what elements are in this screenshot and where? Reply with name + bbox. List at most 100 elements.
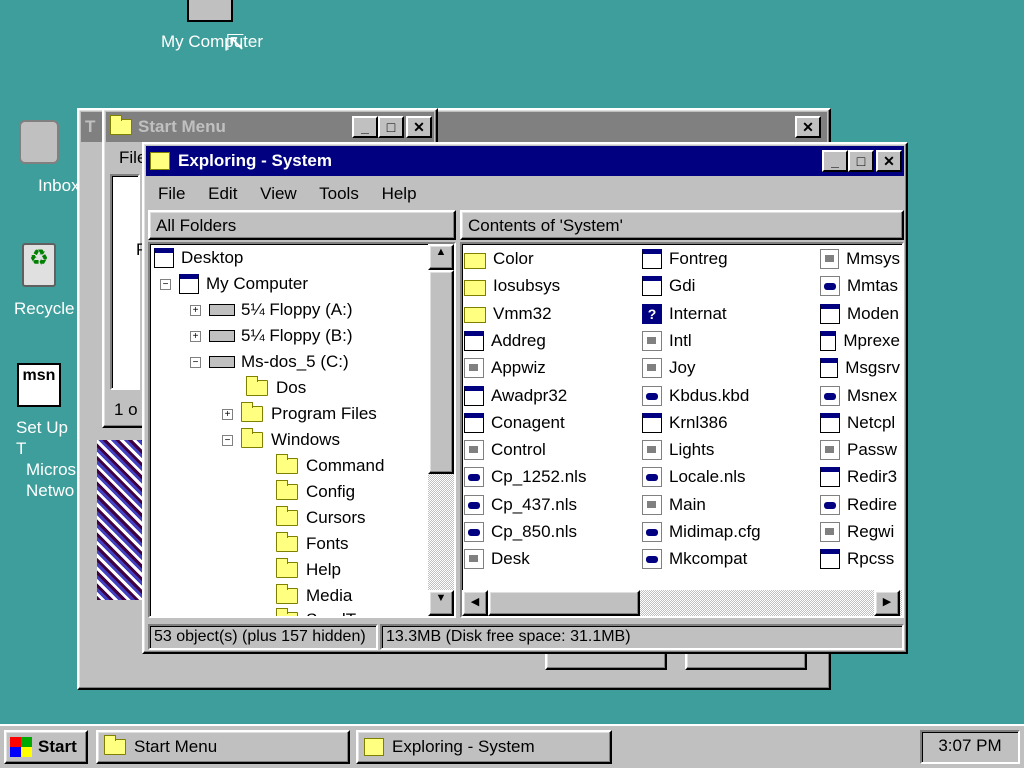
file-item[interactable]: Color — [464, 246, 639, 272]
tree-item-sendto[interactable]: SendTo — [276, 608, 364, 616]
file-item[interactable]: Joy — [642, 355, 817, 381]
close-button[interactable]: ✕ — [795, 116, 821, 138]
tree-item-help[interactable]: Help — [276, 558, 341, 582]
file-label: Passw — [847, 440, 898, 460]
file-item[interactable]: Locale.nls — [642, 464, 817, 490]
file-item[interactable]: Vmm32 — [464, 301, 639, 327]
file-item[interactable]: Gdi — [642, 273, 817, 299]
tree-item-cursors[interactable]: Cursors — [276, 506, 366, 530]
file-label: Mmtas — [847, 276, 898, 296]
expand-icon[interactable]: + — [190, 330, 201, 342]
file-item[interactable]: Cp_1252.nls — [464, 464, 639, 490]
file-item[interactable]: Desk — [464, 546, 639, 572]
file-item[interactable]: Awadpr32 — [464, 383, 639, 409]
start-button[interactable]: Start — [4, 730, 88, 764]
file-icon — [642, 358, 662, 379]
explorer-titlebar[interactable]: Exploring - System _ □ ✕ — [146, 146, 904, 176]
scroll-thumb[interactable] — [488, 590, 640, 616]
menu-tools[interactable]: Tools — [319, 184, 359, 203]
tree-item-desktop[interactable]: Desktop — [154, 246, 243, 270]
collapse-icon[interactable]: − — [222, 434, 233, 446]
file-item[interactable]: Mmsys — [820, 246, 900, 272]
tree-item-my-computer[interactable]: − My Computer — [160, 272, 308, 296]
tree-item-floppy-a[interactable]: +5¼ Floppy (A:) — [190, 298, 353, 322]
scroll-left-button[interactable]: ◀ — [462, 590, 488, 616]
expand-icon[interactable]: + — [222, 408, 233, 420]
file-item[interactable]: Iosubsys — [464, 273, 639, 299]
tree-item-program-files[interactable]: + Program Files — [222, 402, 377, 426]
file-item[interactable]: Krnl386 — [642, 410, 817, 436]
tree-item-dos[interactable]: Dos — [246, 376, 306, 400]
maximize-button[interactable]: □ — [848, 150, 874, 172]
file-item[interactable]: Control — [464, 437, 639, 463]
file-item[interactable]: Cp_437.nls — [464, 492, 639, 518]
file-item[interactable]: Msnex — [820, 383, 900, 409]
file-item[interactable]: Lights — [642, 437, 817, 463]
file-item[interactable]: Intl — [642, 328, 817, 354]
file-item[interactable]: Addreg — [464, 328, 639, 354]
file-item[interactable]: Kbdus.kbd — [642, 383, 817, 409]
scroll-right-button[interactable]: ▶ — [874, 590, 900, 616]
file-item[interactable]: Msgsrv — [820, 355, 900, 381]
menu-view[interactable]: View — [260, 184, 297, 203]
file-item[interactable]: Mkcompat — [642, 546, 817, 572]
scroll-up-button[interactable]: ▲ — [428, 244, 454, 270]
file-item[interactable]: Mprexe — [820, 328, 900, 354]
taskbar: Start Start Menu Exploring - System 3:07… — [0, 724, 1024, 768]
file-item[interactable]: Redir3 — [820, 464, 900, 490]
scroll-thumb[interactable] — [428, 270, 454, 474]
minimize-button[interactable]: _ — [352, 116, 378, 138]
tree-item-windows[interactable]: − Windows — [222, 428, 340, 452]
tree-vertical-scrollbar[interactable]: ▲ ▼ — [428, 244, 454, 616]
explorer-icon — [364, 738, 384, 756]
file-item[interactable]: Mmtas — [820, 273, 900, 299]
desktop-icon-msn-setup[interactable]: msn Set Up T Micros Netwo — [0, 363, 78, 501]
tree-item-fonts[interactable]: Fonts — [276, 532, 349, 556]
file-item[interactable]: Moden — [820, 301, 900, 327]
status-objects: 53 object(s) (plus 157 hidden) — [148, 624, 378, 650]
tree-item-floppy-b[interactable]: +5¼ Floppy (B:) — [190, 324, 353, 348]
file-item[interactable]: Cp_850.nls — [464, 519, 639, 545]
maximize-button[interactable]: □ — [378, 116, 404, 138]
collapse-icon[interactable]: − — [160, 278, 171, 290]
expand-icon[interactable]: + — [190, 304, 201, 316]
menu-file[interactable]: File — [158, 184, 185, 203]
close-button[interactable]: ✕ — [406, 116, 432, 138]
file-item[interactable]: Passw — [820, 437, 900, 463]
minimize-button[interactable]: _ — [822, 150, 848, 172]
file-item[interactable]: Rpcss — [820, 546, 900, 572]
scroll-down-button[interactable]: ▼ — [428, 590, 454, 616]
file-label: Moden — [847, 303, 899, 323]
file-item[interactable]: Netcpl — [820, 410, 900, 436]
tree-item-drive-c[interactable]: − Ms-dos_5 (C:) — [190, 350, 349, 374]
file-item[interactable]: Regwi — [820, 519, 900, 545]
file-item[interactable]: Fontreg — [642, 246, 817, 272]
file-label: Control — [491, 440, 546, 460]
taskbar-clock[interactable]: 3:07 PM — [920, 730, 1020, 764]
file-item[interactable]: Redire — [820, 492, 900, 518]
file-label: Main — [669, 494, 706, 514]
desktop-icon-recycle-bin[interactable]: ♻ Recycle — [0, 243, 78, 319]
close-button[interactable]: ✕ — [876, 150, 902, 172]
file-item[interactable]: ? Internat — [642, 301, 817, 327]
desktop-icon-inbox[interactable]: Inbox — [0, 120, 78, 196]
file-item[interactable]: Main — [642, 492, 817, 518]
explorer-window[interactable]: Exploring - System _ □ ✕ File Edit View … — [142, 142, 908, 654]
start-menu-titlebar[interactable]: Start Menu _ □ ✕ — [106, 112, 434, 142]
folder-tree-pane[interactable]: Desktop − My Computer +5¼ Floppy (A:) +5¼… — [148, 242, 456, 618]
tree-item-config[interactable]: Config — [276, 480, 355, 504]
contents-horizontal-scrollbar[interactable]: ◀ ▶ — [462, 590, 902, 616]
tree-item-command[interactable]: Command — [276, 454, 384, 478]
taskbar-button-start-menu[interactable]: Start Menu — [96, 730, 350, 764]
collapse-icon[interactable]: − — [190, 356, 201, 368]
file-item[interactable]: Midimap.cfg — [642, 519, 817, 545]
contents-pane[interactable]: Color Iosubsys Vmm32 Addreg Appwiz Awadpr32 Co… — [460, 242, 904, 618]
menu-edit[interactable]: Edit — [208, 184, 237, 203]
taskbar-button-exploring[interactable]: Exploring - System — [356, 730, 612, 764]
file-item[interactable]: Appwiz — [464, 355, 639, 381]
tree-item-media[interactable]: Media — [276, 584, 352, 608]
file-label: Desk — [491, 549, 530, 569]
file-item[interactable]: Conagent — [464, 410, 639, 436]
menu-help[interactable]: Help — [382, 184, 417, 203]
file-label: Intl — [669, 330, 692, 350]
